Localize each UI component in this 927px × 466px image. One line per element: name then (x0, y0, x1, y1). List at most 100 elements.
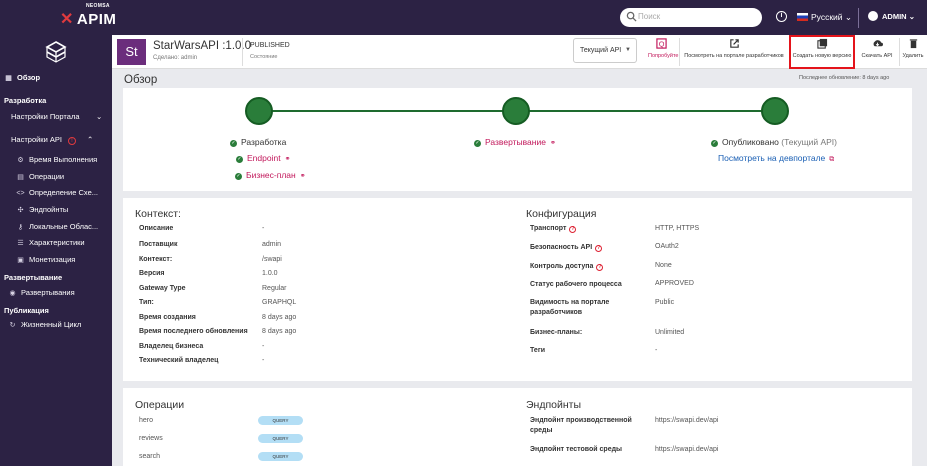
delete-button[interactable]: Удалить (901, 38, 925, 59)
trash-icon (909, 39, 917, 49)
try-button[interactable]: Q Попробуйте (648, 38, 678, 59)
user-menu[interactable]: ADMIN ⌄ (868, 11, 915, 21)
lifecycle-node-published (761, 97, 789, 125)
view-devportal-link[interactable]: Посмотреть на девпортале ⧉ (718, 153, 834, 164)
sidebar-item-monetization[interactable]: ▣ Монетизация (16, 255, 75, 264)
stage-endpoint-link[interactable]: ✓ Endpoint ⚭ (236, 153, 290, 163)
operation-name: hero (139, 417, 154, 424)
config-key: Теги (530, 347, 546, 354)
context-value: Regular (262, 285, 287, 292)
context-key: Версия (139, 270, 165, 277)
sidebar-item-lifecycle[interactable]: ↻ Жизненный Цикл (8, 320, 82, 329)
chevron-up-icon: ⌃ (87, 135, 94, 144)
sidebar: ▦ Обзор Разработка Настройки Портала ⌄ Нас… (0, 35, 112, 466)
context-value: GRAPHQL (262, 299, 297, 306)
app-logo[interactable]: NEOMSA ✕ APIM (60, 3, 116, 29)
money-icon: ▣ (17, 257, 24, 264)
chevron-down-icon: ⌄ (96, 112, 103, 121)
context-key: Контекст: (139, 256, 173, 263)
download-api-button[interactable]: Скачать API (857, 38, 897, 59)
current-api-select[interactable]: Текущий API ▼ (573, 38, 637, 63)
lifecycle-node-dev (245, 97, 273, 125)
config-value: Public (655, 299, 675, 306)
search-placeholder: Поиск (638, 12, 661, 21)
search-input[interactable]: Поиск (620, 8, 762, 27)
stage-deploy-link[interactable]: ✓ Развертывание ⚭ (474, 137, 556, 147)
user-icon (868, 11, 878, 21)
context-key: Время создания (139, 314, 196, 321)
sidebar-item-schema[interactable]: <> Определение Схе... (16, 188, 98, 197)
operation-type-badge: QUERY (258, 416, 303, 425)
help-icon[interactable]: ? (596, 264, 604, 271)
sidebar-item-deployments[interactable]: ◉ Развертывания (8, 288, 74, 297)
list-icon: ☰ (17, 240, 24, 247)
grid-icon: ▦ (5, 75, 12, 82)
context-value: admin (262, 241, 282, 248)
operation-name: reviews (139, 435, 163, 442)
context-title: Контекст: (135, 208, 181, 220)
sidebar-item-properties[interactable]: ☰ Характеристики (16, 238, 84, 247)
api-created-by: Сделано: admin (153, 55, 198, 61)
help-icon[interactable]: ? (569, 226, 577, 233)
user-name: ADMIN (882, 12, 907, 21)
endpoint-key: Эндпойнт производственной (530, 417, 632, 424)
config-value: OAuth2 (655, 243, 679, 250)
layers-logo-icon[interactable] (44, 40, 68, 64)
external-link-icon (729, 39, 739, 48)
link-icon: ⚭ (549, 140, 556, 147)
check-icon: ✓ (236, 156, 243, 163)
warning-icon: ! (67, 137, 76, 145)
config-value: - (655, 347, 658, 354)
stage-published: ✓ Опубликовано (Текущий API) (711, 137, 837, 147)
cycle-icon: ↻ (9, 322, 16, 329)
try-icon: Q (655, 38, 667, 49)
divider (242, 38, 243, 66)
external-link-icon: ⧉ (829, 156, 835, 163)
sidebar-item-api-settings[interactable]: Настройки API! ⌃ (11, 135, 93, 145)
location-icon: ◉ (9, 290, 16, 297)
key-icon: ⚷ (17, 224, 24, 231)
context-value: - (262, 357, 265, 364)
logo-small-text: NEOMSA (86, 3, 110, 9)
config-value: HTTP, HTTPS (655, 225, 700, 232)
sidebar-item-portal-settings[interactable]: Настройки Портала ⌄ (11, 112, 102, 121)
config-key: Видимость на портале (530, 299, 610, 306)
network-icon: ✣ (17, 207, 24, 214)
divider (899, 38, 900, 66)
api-status: PUBLISHED (250, 42, 290, 49)
sidebar-item-endpoints[interactable]: ✣ Эндпойнты (16, 205, 69, 214)
help-icon[interactable]: ? (595, 245, 603, 252)
sidebar-item-runtime[interactable]: ⚙ Время Выполнения (16, 155, 97, 164)
endpoint-key: Эндпойнт тестовой среды (530, 446, 623, 453)
chevron-down-icon: ⌄ (908, 12, 915, 21)
config-key: Контроль доступа? (530, 263, 604, 271)
link-icon: ⚭ (299, 173, 306, 180)
endpoint-value: https://swapi.dev/api (655, 417, 719, 424)
sidebar-item-overview[interactable]: ▦ Обзор (4, 73, 40, 82)
stage-business-plan-link[interactable]: ✓ Бизнес-план ⚭ (235, 170, 306, 180)
api-header: St StarWarsAPI :1.0.0 Сделано: admin PUB… (112, 35, 927, 69)
language-label: Русский (811, 12, 843, 22)
context-key: Владелец бизнеса (139, 343, 204, 350)
lifecycle-node-deploy (502, 97, 530, 125)
config-key: Бизнес-планы: (530, 329, 583, 336)
highlight-box (789, 35, 855, 69)
russian-flag-icon (797, 13, 808, 21)
context-key: Gateway Type (139, 285, 186, 292)
sidebar-header-publish: Публикация (4, 306, 49, 315)
config-key: Транспорт? (530, 225, 577, 233)
context-value: - (262, 225, 265, 232)
language-selector[interactable]: Русский ⌄ (797, 12, 852, 23)
details-card (123, 198, 912, 381)
api-name: StarWarsAPI :1.0.0 (153, 40, 251, 52)
sidebar-item-operations[interactable]: ▤ Операции (16, 172, 64, 181)
help-icon[interactable]: i (776, 11, 787, 22)
chevron-down-icon: ⌄ (844, 12, 853, 22)
context-key: Время последнего обновления (139, 328, 248, 335)
sidebar-item-local-scopes[interactable]: ⚷ Локальные Облас... (16, 222, 98, 231)
view-on-portal-button[interactable]: Посмотреть на портале разработчиков (682, 38, 786, 59)
context-key: Технический владелец (139, 357, 219, 364)
check-icon: ✓ (230, 140, 237, 147)
cloud-download-icon (873, 40, 883, 47)
sidebar-header-deploy: Развертывание (4, 273, 63, 282)
